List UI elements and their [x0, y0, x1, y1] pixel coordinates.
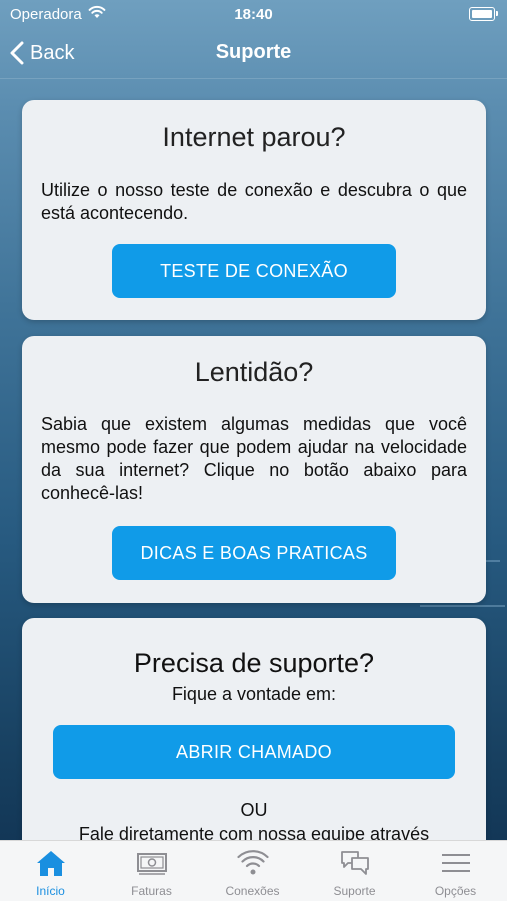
- status-bar: Operadora 18:40: [0, 0, 507, 28]
- internet-down-title: Internet parou?: [162, 122, 346, 152]
- or-separator: OU: [240, 800, 268, 820]
- open-ticket-button[interactable]: ABRIR CHAMADO: [53, 725, 455, 779]
- connection-test-button[interactable]: TESTE DE CONEXÃO: [112, 244, 396, 298]
- tab-inicio-label: Início: [36, 884, 65, 898]
- tab-suporte-label: Suporte: [333, 884, 376, 898]
- page-title: Suporte: [215, 41, 292, 63]
- tab-inicio[interactable]: Início: [0, 841, 101, 901]
- invoice-icon: [136, 853, 167, 875]
- slowness-text: Sabia que existem algumas medidas que vo…: [41, 414, 467, 503]
- tab-faturas[interactable]: Faturas: [101, 841, 202, 901]
- menu-icon: [441, 854, 470, 872]
- tab-conexoes-label: Conexões: [225, 884, 280, 898]
- slowness-title: Lentidão?: [194, 357, 314, 387]
- tab-faturas-label: Faturas: [131, 884, 172, 898]
- navigation-bar: Back Suporte: [0, 28, 507, 79]
- tab-opcoes-label: Opções: [434, 884, 477, 898]
- support-title: Precisa de suporte?: [133, 648, 375, 678]
- tab-suporte[interactable]: Suporte: [304, 841, 405, 901]
- tab-conexoes[interactable]: Conexões: [202, 841, 303, 901]
- battery-icon: [469, 7, 498, 21]
- tab-opcoes[interactable]: Opções: [405, 841, 506, 901]
- tab-bar: Início Faturas Conexões Suporte Opções: [0, 840, 507, 901]
- tips-button[interactable]: DICAS E BOAS PRATICAS: [112, 526, 396, 580]
- internet-down-card: Internet parou? Utilize o nosso teste de…: [22, 100, 486, 320]
- wifi-icon: [236, 850, 269, 875]
- slowness-card: Lentidão? Sabia que existem algumas medi…: [22, 336, 486, 603]
- clock-time: 18:40: [234, 6, 273, 23]
- support-card: Precisa de suporte? Fique a vontade em: …: [22, 618, 486, 858]
- support-subtitle: Fique a vontade em:: [171, 684, 337, 704]
- chat-icon: [340, 851, 369, 875]
- home-icon: [36, 851, 65, 876]
- internet-down-text: Utilize o nosso teste de conexão e descu…: [41, 180, 467, 223]
